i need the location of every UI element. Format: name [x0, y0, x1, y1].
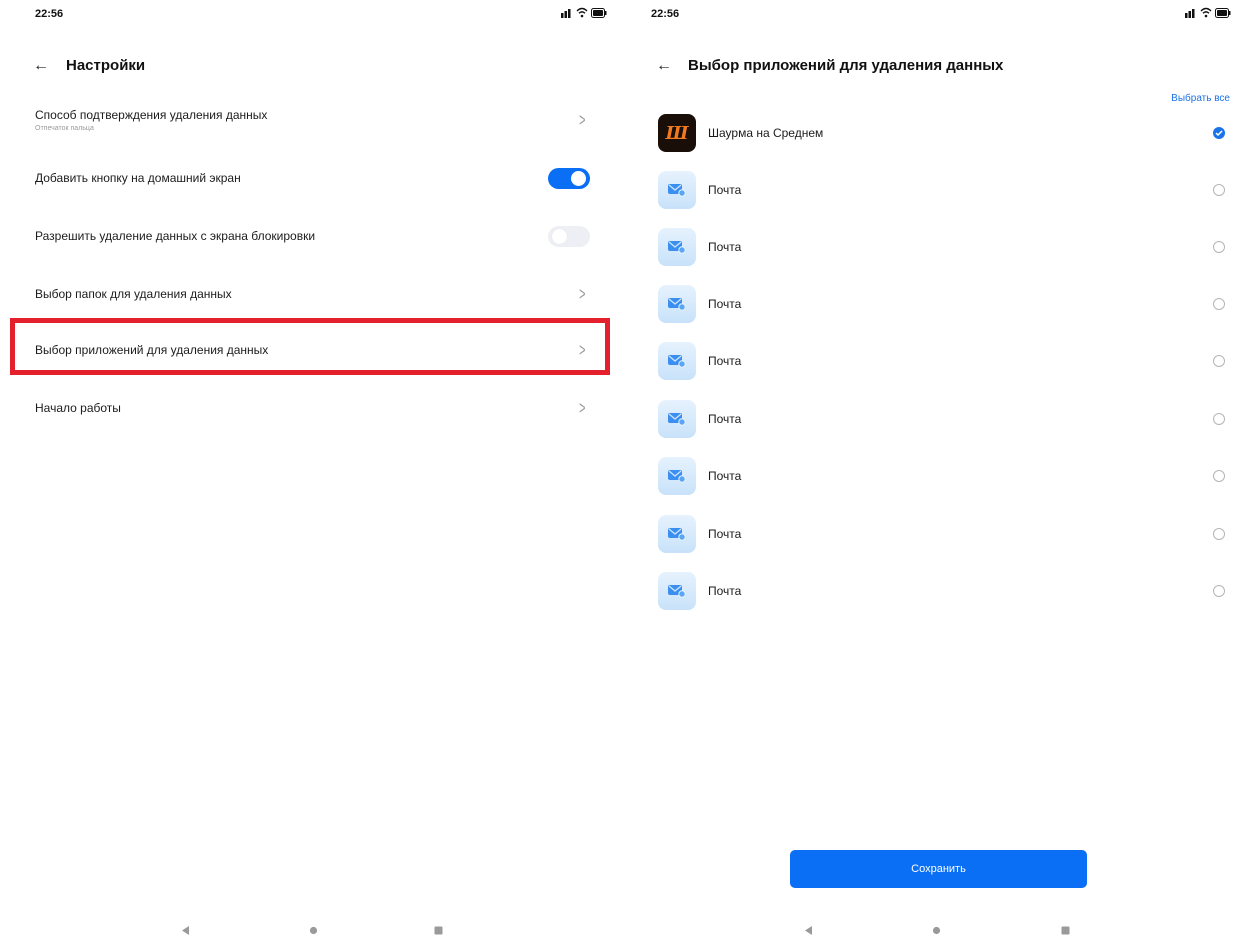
settings-row-folder-selection[interactable]: Выбор папок для удаления данных > [35, 283, 590, 305]
recents-square-icon[interactable] [434, 926, 443, 935]
app-name: Почта [708, 354, 742, 368]
app-list-item[interactable]: Почта [658, 456, 1231, 496]
chevron-right-icon: > [579, 110, 586, 130]
app-selection-screen: 22:56 ← Выбор приложений для удаления да… [628, 0, 1253, 948]
mail-app-icon [658, 342, 696, 380]
mail-app-icon [658, 171, 696, 209]
back-arrow-icon[interactable]: ← [656, 58, 672, 74]
row-label: Добавить кнопку на домашний экран [35, 171, 241, 185]
navigation-bar [0, 920, 625, 942]
settings-screen: 22:56 ← Настройки Способ подтверждения у… [0, 0, 625, 948]
app-name: Почта [708, 584, 742, 598]
unchecked-radio-icon[interactable] [1213, 241, 1225, 253]
row-label: Начало работы [35, 401, 121, 415]
status-time: 22:56 [35, 8, 64, 20]
mail-app-icon [658, 457, 696, 495]
signal-icon [561, 9, 571, 18]
chevron-right-icon: > [579, 398, 586, 418]
wifi-icon [576, 7, 588, 18]
app-name: Почта [708, 297, 742, 311]
battery-icon [1215, 7, 1231, 18]
status-icons [561, 7, 607, 18]
signal-icon [1185, 9, 1195, 18]
back-triangle-icon[interactable] [182, 926, 190, 935]
back-triangle-icon[interactable] [805, 926, 813, 935]
wifi-icon [1200, 7, 1212, 18]
lockscreen-delete-toggle[interactable] [548, 225, 590, 247]
navigation-bar [628, 920, 1253, 942]
select-all-link[interactable]: Выбрать все [1171, 93, 1230, 104]
app-list-item[interactable]: Почта [658, 514, 1231, 554]
save-button[interactable]: Сохранить [790, 850, 1087, 888]
back-arrow-icon[interactable]: ← [33, 58, 49, 74]
home-circle-icon[interactable] [309, 926, 318, 935]
battery-icon [591, 7, 607, 18]
row-sublabel: Отпечаток пальца [35, 125, 94, 132]
mail-app-icon [658, 515, 696, 553]
app-list-item[interactable]: Почта [658, 284, 1231, 324]
settings-row-lockscreen-delete[interactable]: Разрешить удаление данных с экрана блоки… [35, 225, 590, 247]
mail-app-icon [658, 285, 696, 323]
app-name: Почта [708, 469, 742, 483]
checked-radio-icon[interactable] [1213, 127, 1225, 139]
unchecked-radio-icon[interactable] [1213, 413, 1225, 425]
highlight-frame [10, 318, 610, 375]
app-list-item[interactable]: Ш Шаурма на Среднем [658, 113, 1231, 153]
home-circle-icon[interactable] [932, 926, 941, 935]
unchecked-radio-icon[interactable] [1213, 298, 1225, 310]
unchecked-radio-icon[interactable] [1213, 585, 1225, 597]
settings-row-home-button[interactable]: Добавить кнопку на домашний экран [35, 167, 590, 189]
page-title: Выбор приложений для удаления данных [688, 57, 1004, 74]
page-title: Настройки [66, 57, 146, 74]
app-list-item[interactable]: Почта [658, 399, 1231, 439]
mail-app-icon [658, 228, 696, 266]
app-name: Почта [708, 240, 742, 254]
shawarma-app-icon: Ш [658, 114, 696, 152]
mail-app-icon [658, 572, 696, 610]
unchecked-radio-icon[interactable] [1213, 528, 1225, 540]
unchecked-radio-icon[interactable] [1213, 184, 1225, 196]
home-button-toggle[interactable] [548, 167, 590, 189]
app-name: Почта [708, 412, 742, 426]
toggle-knob [552, 228, 567, 244]
app-name: Почта [708, 183, 742, 197]
row-label: Выбор папок для удаления данных [35, 287, 232, 301]
settings-row-confirmation-method[interactable]: Способ подтверждения удаления данных Отп… [35, 107, 590, 133]
app-list-item[interactable]: Почта [658, 341, 1231, 381]
unchecked-radio-icon[interactable] [1213, 355, 1225, 367]
app-name: Шаурма на Среднем [708, 126, 824, 140]
app-list-item[interactable]: Почта [658, 170, 1231, 210]
unchecked-radio-icon[interactable] [1213, 470, 1225, 482]
recents-square-icon[interactable] [1061, 926, 1070, 935]
toggle-knob [571, 170, 586, 186]
app-list-item[interactable]: Почта [658, 227, 1231, 267]
status-icons [1185, 7, 1231, 18]
row-label: Разрешить удаление данных с экрана блоки… [35, 229, 316, 243]
chevron-right-icon: > [579, 284, 586, 304]
row-label: Способ подтверждения удаления данных [35, 108, 268, 122]
status-time: 22:56 [651, 8, 680, 20]
app-name: Почта [708, 527, 742, 541]
mail-app-icon [658, 400, 696, 438]
app-list-item[interactable]: Почта [658, 571, 1231, 611]
settings-row-getting-started[interactable]: Начало работы > [35, 397, 590, 419]
